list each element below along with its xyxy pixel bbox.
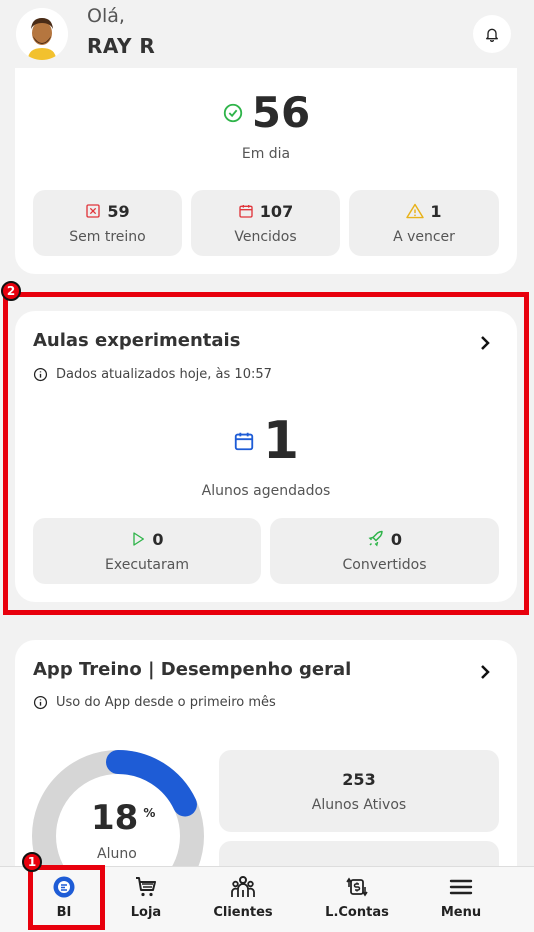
greeting-text: Olá, xyxy=(87,5,125,27)
nav-label: Menu xyxy=(440,905,482,920)
treino-status-card: 56 Em dia 59 Sem treino 107 Vencidos 1 A… xyxy=(15,68,517,274)
em-dia-value: 56 xyxy=(251,88,311,137)
gauge-unit: % xyxy=(143,806,156,820)
gauge-value-row: 18 % xyxy=(91,798,155,838)
tile-sem-treino[interactable]: 59 Sem treino xyxy=(33,190,182,256)
em-dia-row: 56 xyxy=(15,88,517,137)
gauge-label: Aluno xyxy=(97,846,137,862)
chevron-right-icon[interactable] xyxy=(479,664,491,680)
step-badge-2: 2 xyxy=(1,281,21,301)
nav-item-menu[interactable]: Menu xyxy=(416,875,506,920)
alunos-ativos-label: Alunos Ativos xyxy=(311,796,407,813)
nav-label: Clientes xyxy=(213,905,273,920)
x-square-icon xyxy=(86,204,101,218)
header: Olá, RAY R xyxy=(0,0,534,78)
tile-vencidos[interactable]: 107 Vencidos xyxy=(191,190,340,256)
avatar[interactable] xyxy=(16,8,68,60)
nav-item-loja[interactable]: Loja xyxy=(101,875,191,920)
people-icon xyxy=(231,876,255,897)
notifications-button[interactable] xyxy=(473,15,511,53)
alunos-ativos-value: 253 xyxy=(342,769,376,789)
vencidos-label: Vencidos xyxy=(234,228,297,245)
highlight-box-aulas xyxy=(3,292,529,615)
step-badge-1: 1 xyxy=(22,852,42,872)
hamburger-icon xyxy=(449,879,473,895)
gauge-value: 18 xyxy=(91,798,139,838)
usage-note: Uso do App desde o primeiro mês xyxy=(33,695,276,710)
user-name: RAY R xyxy=(87,34,156,58)
check-circle-icon xyxy=(223,103,242,122)
avatar-image xyxy=(16,8,68,60)
usage-note-text: Uso do App desde o primeiro mês xyxy=(56,695,276,710)
em-dia-label: Em dia xyxy=(241,146,291,162)
a-vencer-value: 1 xyxy=(430,201,442,221)
info-icon xyxy=(33,695,48,710)
tile-alunos-ativos[interactable]: 253 Alunos Ativos xyxy=(219,750,499,832)
warning-icon xyxy=(406,203,425,219)
nav-item-clientes[interactable]: Clientes xyxy=(198,875,288,920)
nav-label: Loja xyxy=(130,905,162,920)
money-transfer-icon xyxy=(346,877,368,897)
vencidos-value: 107 xyxy=(259,201,294,221)
tile-a-vencer[interactable]: 1 A vencer xyxy=(349,190,499,256)
nav-label: L.Contas xyxy=(325,905,389,920)
sem-treino-value: 59 xyxy=(107,201,130,221)
highlight-box-bi xyxy=(28,865,105,930)
card-title: App Treino | Desempenho geral xyxy=(33,659,352,680)
bell-icon xyxy=(486,28,498,42)
sem-treino-label: Sem treino xyxy=(69,228,146,245)
nav-item-lcontas[interactable]: L.Contas xyxy=(312,875,402,920)
calendar-icon xyxy=(239,205,253,218)
a-vencer-label: A vencer xyxy=(393,228,455,245)
cart-icon xyxy=(136,877,156,897)
